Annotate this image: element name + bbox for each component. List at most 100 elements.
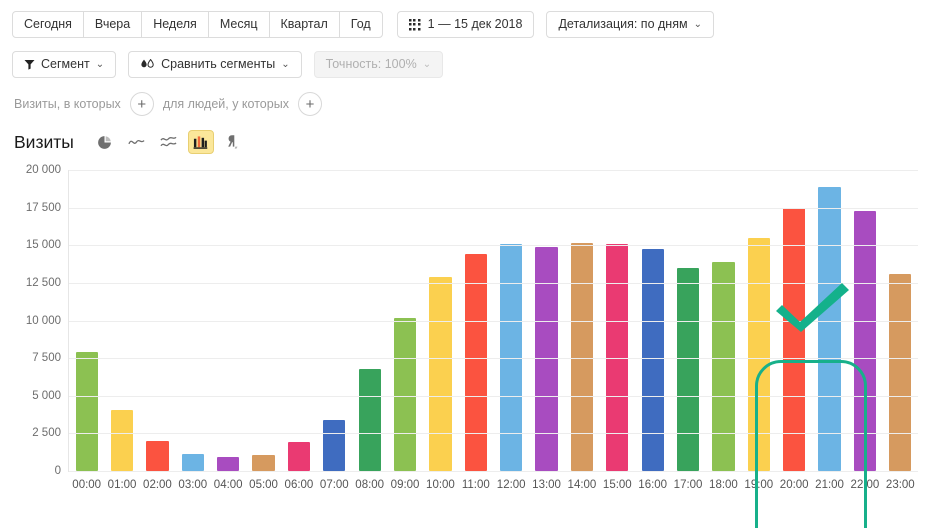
period-quarter[interactable]: Квартал bbox=[268, 11, 340, 38]
bar[interactable] bbox=[181, 453, 204, 471]
period-today[interactable]: Сегодня bbox=[12, 11, 84, 38]
x-axis-tick-label: 17:00 bbox=[673, 479, 703, 491]
bar[interactable] bbox=[818, 186, 841, 471]
y-axis-tick-label: 15 000 bbox=[25, 239, 61, 252]
period-button-label: Вчера bbox=[94, 17, 131, 32]
bar[interactable] bbox=[217, 457, 240, 471]
chevron-down-icon: ⌄ bbox=[422, 58, 432, 70]
segment-label: Сегмент bbox=[41, 57, 90, 72]
y-axis-tick-label: 17 500 bbox=[25, 201, 61, 214]
x-axis-tick-label: 12:00 bbox=[496, 479, 526, 491]
chart-plot-area: 00:00 01:00 02:00 03:00 04:00 05:00 06:00 07:00… bbox=[26, 164, 918, 491]
chevron-down-icon: ⌄ bbox=[281, 58, 290, 70]
period-button-label: Сегодня bbox=[24, 17, 72, 32]
calendar-icon bbox=[408, 18, 421, 31]
x-axis-tick-label: 00:00 bbox=[72, 479, 102, 491]
line-chart-icon[interactable] bbox=[124, 130, 150, 154]
x-axis-tick-label: 19:00 bbox=[744, 479, 774, 491]
filter-builder: Визиты, в которых + для людей, у которых… bbox=[0, 84, 930, 124]
bar[interactable] bbox=[747, 237, 770, 471]
detail-level-dropdown[interactable]: Детализация: по дням ⌄ bbox=[546, 11, 714, 38]
x-axis-tick-label: 13:00 bbox=[532, 479, 561, 491]
x-axis-tick-label: 22:00 bbox=[850, 479, 880, 491]
x-axis-tick-label: 10:00 bbox=[426, 479, 455, 491]
bar[interactable] bbox=[783, 207, 806, 471]
bar[interactable] bbox=[110, 410, 134, 471]
x-axis-tick-label: 07:00 bbox=[319, 479, 349, 491]
detail-level-label: Детализация: по дням bbox=[558, 17, 688, 32]
y-axis-tick-label: 5 000 bbox=[32, 389, 61, 402]
accuracy-dropdown[interactable]: Точность: 100% ⌄ bbox=[313, 51, 444, 78]
x-axis-tick-label: 20:00 bbox=[779, 479, 809, 491]
y-gridline bbox=[69, 471, 918, 472]
y-gridline bbox=[69, 358, 918, 360]
add-visit-condition-button[interactable]: + bbox=[129, 92, 154, 116]
segment-button[interactable]: Сегмент ⌄ bbox=[12, 51, 117, 78]
period-toolbar: Сегодня Вчера Неделя Месяц Квартал Год 1 — 15… bbox=[0, 0, 930, 40]
y-axis-tick-label: 20 000 bbox=[25, 164, 61, 176]
segment-toolbar: Сегмент ⌄ Сравнить сегменты ⌄ Точность: … bbox=[0, 40, 930, 84]
bar[interactable] bbox=[464, 254, 487, 471]
x-axis-tick-label: 03:00 bbox=[178, 479, 208, 491]
x-axis-tick-label: 01:00 bbox=[107, 479, 137, 491]
bar[interactable] bbox=[429, 276, 452, 471]
bar[interactable] bbox=[75, 352, 98, 471]
bar[interactable] bbox=[358, 368, 381, 471]
period-yesterday[interactable]: Вчера bbox=[82, 11, 143, 38]
date-range-button[interactable]: 1 — 15 дек 2018 bbox=[396, 11, 535, 38]
chart-type-switcher bbox=[92, 130, 252, 154]
period-button-label: Год bbox=[350, 17, 371, 32]
y-gridline bbox=[69, 245, 918, 247]
x-axis-tick-label: 05:00 bbox=[249, 479, 278, 491]
add-people-condition-button[interactable]: + bbox=[297, 92, 322, 116]
period-year[interactable]: Год bbox=[338, 11, 383, 38]
bar[interactable] bbox=[146, 440, 169, 471]
area-chart-icon[interactable] bbox=[156, 130, 182, 154]
x-axis-tick-label: 18:00 bbox=[709, 479, 738, 491]
period-button-label: Квартал bbox=[280, 17, 328, 32]
accuracy-label: Точность: 100% bbox=[325, 57, 417, 72]
period-month[interactable]: Месяц bbox=[207, 11, 270, 38]
bar[interactable] bbox=[323, 419, 346, 471]
bar[interactable] bbox=[252, 455, 275, 471]
people-condition-label: для людей, у которых bbox=[162, 97, 289, 111]
y-gridline bbox=[69, 282, 918, 284]
pie-chart-icon[interactable] bbox=[92, 130, 118, 154]
x-axis-tick-label: 23:00 bbox=[885, 479, 915, 491]
x-axis-tick-label: 21:00 bbox=[815, 479, 844, 491]
bar[interactable] bbox=[712, 261, 735, 471]
compare-segments-label: Сравнить сегменты bbox=[161, 57, 276, 72]
period-week[interactable]: Неделя bbox=[141, 11, 209, 38]
bar[interactable] bbox=[287, 441, 311, 471]
x-axis-tick-label: 02:00 bbox=[143, 479, 172, 491]
bar[interactable] bbox=[570, 243, 594, 471]
bar-chart-icon[interactable] bbox=[187, 130, 214, 154]
y-axis-tick-label: 2 500 bbox=[32, 427, 61, 440]
visits-bar-chart: 00:00 01:00 02:00 03:00 04:00 05:00 06:00 07:00… bbox=[0, 164, 930, 528]
date-range-label: 1 — 15 дек 2018 bbox=[427, 17, 523, 32]
analytics-report-page: Сегодня Вчера Неделя Месяц Квартал Год 1 — 15… bbox=[0, 0, 930, 528]
x-axis-tick-label: 11:00 bbox=[461, 479, 490, 491]
funnel-icon bbox=[24, 59, 35, 70]
bar[interactable] bbox=[853, 210, 877, 471]
chevron-down-icon: ⌄ bbox=[693, 18, 702, 30]
bar[interactable] bbox=[393, 317, 417, 471]
x-axis-tick-label: 08:00 bbox=[355, 479, 385, 491]
map-chart-icon[interactable] bbox=[220, 130, 246, 154]
x-axis-tick-label: 14:00 bbox=[567, 479, 597, 491]
y-axis-tick-label: 7 500 bbox=[32, 352, 61, 365]
y-gridline bbox=[69, 320, 918, 322]
x-axis-tick-label: 16:00 bbox=[638, 479, 668, 491]
period-button-label: Месяц bbox=[219, 17, 258, 32]
x-axis-tick-label: 15:00 bbox=[602, 479, 632, 491]
bar[interactable] bbox=[676, 267, 700, 471]
y-axis-tick-label: 0 bbox=[54, 465, 61, 477]
chevron-down-icon: ⌄ bbox=[95, 58, 105, 70]
bar[interactable] bbox=[889, 273, 912, 471]
y-gridline bbox=[69, 207, 918, 209]
x-axis-tick-label: 09:00 bbox=[390, 479, 420, 491]
compare-drops-icon bbox=[140, 58, 155, 71]
y-axis-tick-label: 12 500 bbox=[25, 276, 61, 289]
y-gridline bbox=[69, 433, 918, 435]
compare-segments-button[interactable]: Сравнить сегменты ⌄ bbox=[128, 51, 302, 78]
